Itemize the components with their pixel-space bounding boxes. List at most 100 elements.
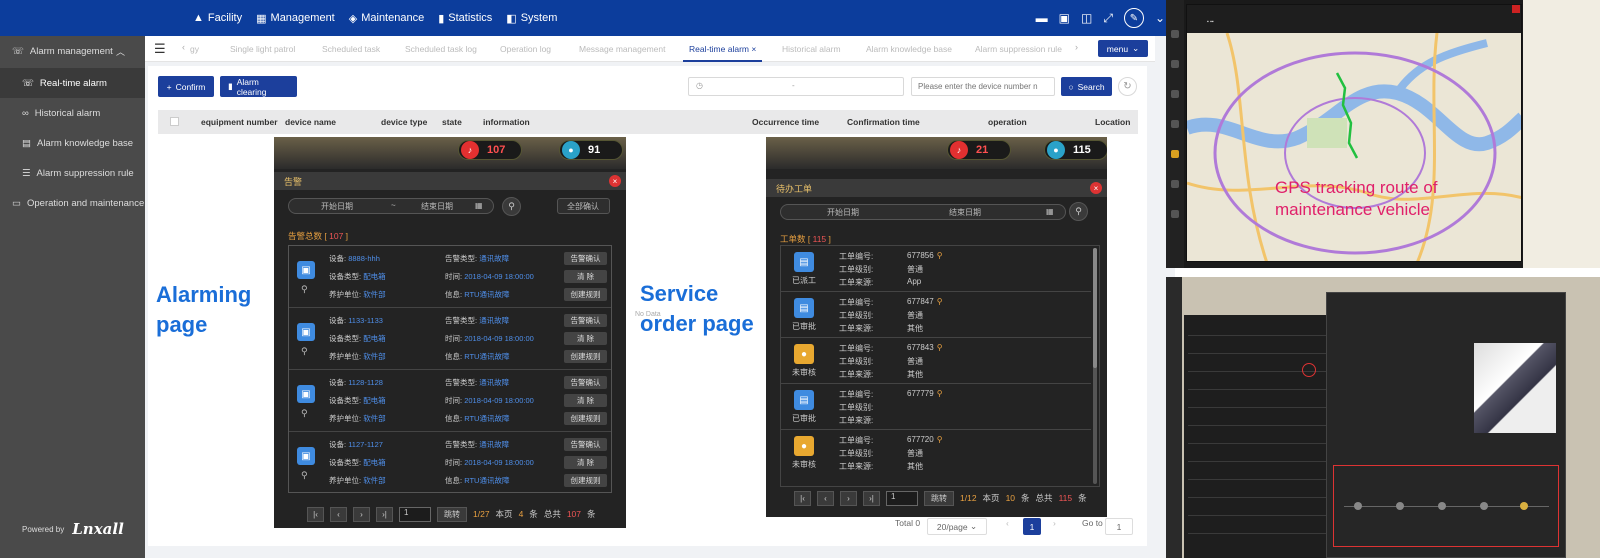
date-range-picker[interactable]: ◷ -: [688, 77, 904, 96]
user-counter[interactable]: ● 91: [559, 140, 623, 160]
list-item[interactable]: ● 未审核 工单编号: 工单级别: 工单来源: 677720 ⚲ 普通 其他: [781, 430, 1091, 476]
create-rule-button[interactable]: 创建规则: [564, 288, 607, 301]
tab-energy[interactable]: gy: [190, 36, 199, 62]
jump-button[interactable]: 跳转: [924, 490, 954, 506]
tab-single-light-patrol[interactable]: Single light patrol: [230, 36, 295, 62]
nav-statistics[interactable]: ▮ Statistics: [438, 12, 492, 25]
device-search-input[interactable]: [911, 77, 1055, 96]
page-size-select[interactable]: 20/page ⌄: [927, 518, 987, 535]
jump-button[interactable]: 跳转: [437, 506, 467, 522]
sidebar-item-suppression-rule[interactable]: ☰ Alarm suppression rule: [0, 158, 145, 188]
tab-historical-alarm[interactable]: Historical alarm: [782, 36, 841, 62]
location-pin-icon[interactable]: ⚲: [301, 470, 308, 481]
fullscreen-icon[interactable]: ⤢: [1103, 11, 1113, 26]
tab-scheduled-task-log[interactable]: Scheduled task log: [405, 36, 477, 62]
refresh-icon[interactable]: ↻: [1118, 77, 1137, 96]
alarm-date-range[interactable]: 开始日期 ~ 结束日期 ▦: [288, 198, 494, 214]
tool-icon[interactable]: [1171, 60, 1179, 68]
page-current[interactable]: 1: [1023, 518, 1041, 535]
nav-maintenance[interactable]: ◈ Maintenance: [349, 12, 424, 25]
alarm-clear-button[interactable]: 清 除: [564, 270, 607, 283]
city-map[interactable]: [1187, 33, 1522, 262]
location-pin-icon[interactable]: ⚲: [301, 284, 308, 295]
next-page-icon[interactable]: ›: [840, 490, 857, 506]
alarm-confirm-button[interactable]: 告警确认: [564, 376, 607, 389]
tool-icon[interactable]: [1171, 150, 1179, 158]
column-confirmation-time[interactable]: Confirmation time: [847, 117, 920, 127]
nav-system[interactable]: ◧ System: [506, 12, 557, 25]
column-location[interactable]: Location: [1095, 117, 1130, 127]
list-item[interactable]: ▣ ⚲ 设备: 1133-1133 设备类型: 配电箱 养护单位: 软件部 告警…: [289, 308, 611, 370]
tab-alarm-knowledge-base[interactable]: Alarm knowledge base: [866, 36, 952, 62]
tab-alarm-suppression-rule[interactable]: Alarm suppression rule: [975, 36, 1062, 62]
alarm-confirm-button[interactable]: 告警确认: [564, 252, 607, 265]
first-page-icon[interactable]: |‹: [794, 490, 811, 506]
search-icon[interactable]: ⚲: [937, 435, 943, 444]
tab-real-time-alarm[interactable]: Real-time alarm ×: [683, 36, 763, 62]
sidebar-item-operation-maintenance[interactable]: ▭ Operation and maintenance ma: [0, 188, 145, 218]
confirm-all-button[interactable]: 全部确认: [557, 198, 610, 214]
alarm-clearing-button[interactable]: ▮ Alarm clearing: [220, 76, 297, 97]
tool-icon[interactable]: [1171, 180, 1179, 188]
alarm-clear-button[interactable]: 清 除: [564, 332, 607, 345]
confirm-button[interactable]: + Confirm: [158, 76, 214, 97]
alarm-clear-button[interactable]: 清 除: [564, 394, 607, 407]
list-item[interactable]: ▤ 已审批 工单编号: 工单级别: 工单来源: 677779 ⚲: [781, 384, 1091, 430]
order-date-range[interactable]: 开始日期 结束日期 ▦: [780, 204, 1066, 220]
column-equipment-number[interactable]: equipment number: [201, 117, 278, 127]
sidebar-item-alarm-management[interactable]: ☏ Alarm management ︿: [0, 36, 145, 66]
chevron-left-icon[interactable]: ‹: [182, 42, 185, 52]
close-icon[interactable]: [1512, 5, 1520, 13]
hamburger-icon[interactable]: ☰: [154, 41, 166, 57]
nav-management[interactable]: ▦ Management: [256, 12, 335, 25]
close-icon[interactable]: ×: [1090, 182, 1102, 194]
list-item[interactable]: ▣ ⚲ 设备: 8888-hhh 设备类型: 配电箱 养护单位: 软件部 告警类…: [289, 246, 611, 308]
alarm-clear-button[interactable]: 清 除: [564, 456, 607, 469]
goto-input[interactable]: 1: [1105, 518, 1133, 535]
sidebar-item-real-time-alarm[interactable]: ☏ Real-time alarm: [0, 68, 145, 98]
last-page-icon[interactable]: ›|: [863, 490, 880, 506]
column-operation[interactable]: operation: [988, 117, 1027, 127]
close-icon[interactable]: ×: [751, 44, 756, 54]
table-row[interactable]: [1188, 533, 1340, 534]
lock-icon[interactable]: ▣: [1059, 11, 1070, 25]
table-row[interactable]: [1188, 425, 1340, 426]
table-row[interactable]: [1188, 353, 1340, 354]
sidebar-item-historical-alarm[interactable]: ∞ Historical alarm: [0, 98, 145, 128]
alarm-confirm-button[interactable]: 告警确认: [564, 438, 607, 451]
location-pin-icon[interactable]: ⚲: [301, 408, 308, 419]
window-icon[interactable]: ◫: [1081, 11, 1092, 25]
tool-icon[interactable]: [1171, 210, 1179, 218]
table-row[interactable]: [1188, 479, 1340, 480]
user-counter[interactable]: ● 115: [1044, 140, 1107, 160]
scrollbar-thumb[interactable]: [1093, 248, 1097, 368]
nav-facility[interactable]: ▲ Facility: [193, 12, 242, 24]
create-rule-button[interactable]: 创建规则: [564, 412, 607, 425]
table-row[interactable]: [1188, 371, 1340, 372]
table-row[interactable]: [1188, 407, 1340, 408]
first-page-icon[interactable]: |‹: [307, 506, 324, 522]
tool-icon[interactable]: [1171, 30, 1179, 38]
chevron-right-icon[interactable]: ›: [1075, 42, 1078, 52]
column-state[interactable]: state: [442, 117, 462, 127]
location-pin-icon[interactable]: ⚲: [301, 346, 308, 357]
tab-scheduled-task[interactable]: Scheduled task: [322, 36, 380, 62]
page-next-icon[interactable]: ›: [1053, 518, 1056, 528]
list-item[interactable]: ▤ 已派工 工单编号: 工单级别: 工单来源: 677856 ⚲ 普通 App: [781, 246, 1091, 292]
tab-message-management[interactable]: Message management: [579, 36, 665, 62]
table-row[interactable]: [1188, 497, 1340, 498]
menu-button[interactable]: menu ⌄: [1098, 40, 1148, 57]
avatar[interactable]: ✎: [1123, 8, 1144, 28]
tool-icon[interactable]: [1171, 90, 1179, 98]
map-tab[interactable]: ▪ ▪▪: [1207, 19, 1214, 25]
column-device-type[interactable]: device type: [381, 117, 427, 127]
search-icon[interactable]: ⚲: [937, 251, 943, 260]
table-row[interactable]: [1188, 461, 1340, 462]
search-icon[interactable]: ⚲: [937, 343, 943, 352]
sidebar-item-knowledge-base[interactable]: ▤ Alarm knowledge base: [0, 128, 145, 158]
prev-page-icon[interactable]: ‹: [817, 490, 834, 506]
list-item[interactable]: ▣ ⚲ 设备: 1127-1127 设备类型: 配电箱 养护单位: 软件部 告警…: [289, 432, 611, 494]
alarm-confirm-button[interactable]: 告警确认: [564, 314, 607, 327]
search-icon[interactable]: ⚲: [937, 297, 943, 306]
tab-operation-log[interactable]: Operation log: [500, 36, 551, 62]
